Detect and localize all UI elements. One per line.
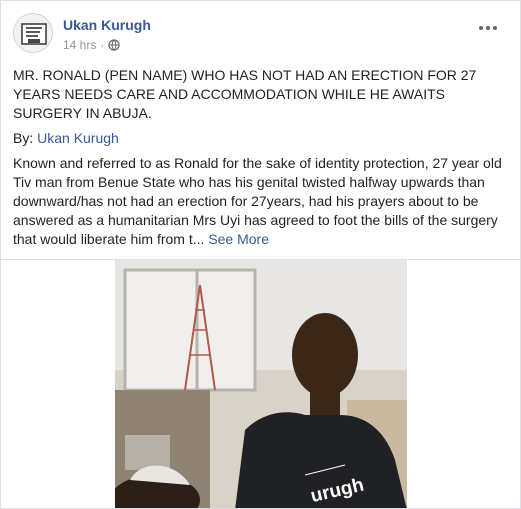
author-name[interactable]: Ukan Kurugh: [63, 17, 151, 33]
meta-separator: ·: [100, 38, 105, 52]
author-avatar[interactable]: [13, 13, 53, 53]
byline-label: By:: [13, 130, 34, 146]
post-timestamp[interactable]: 14 hrs: [63, 38, 96, 52]
facebook-post: Ukan Kurugh 14 hrs · MR. RONALD (PEN NAM…: [0, 0, 521, 509]
post-body: Known and referred to as Ronald for the …: [13, 154, 510, 249]
post-headline: MR. RONALD (PEN NAME) WHO HAS NOT HAD AN…: [13, 67, 477, 121]
globe-icon[interactable]: [108, 39, 120, 51]
post-header: Ukan Kurugh 14 hrs ·: [13, 13, 503, 57]
byline-author-link[interactable]: Ukan Kurugh: [37, 130, 119, 146]
more-options-icon[interactable]: [479, 17, 503, 31]
byline: By: Ukan Kurugh: [13, 129, 510, 148]
avatar-image: [14, 14, 52, 52]
see-more-link[interactable]: See More: [208, 231, 269, 247]
post-photo-container: urugh: [1, 260, 520, 508]
post-photo[interactable]: urugh: [115, 260, 407, 508]
post-meta: 14 hrs ·: [63, 38, 120, 52]
